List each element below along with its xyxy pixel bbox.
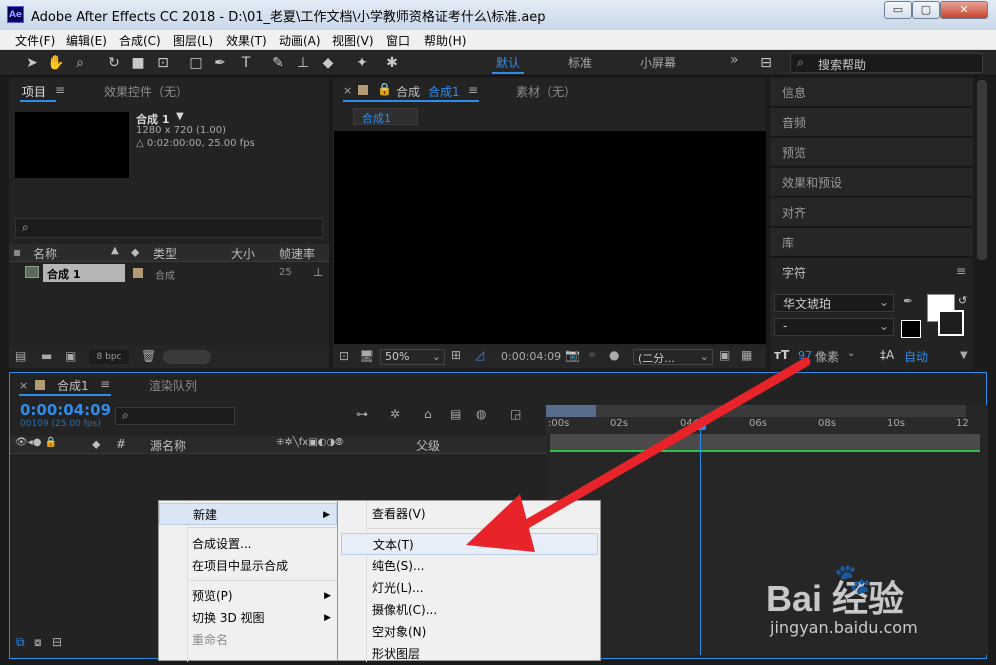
paw-icon: 🐾 [834, 562, 872, 597]
baidu-watermark: Bai 经验 🐾 jingyan.baidu.com [762, 560, 987, 650]
watermark-url: jingyan.baidu.com [770, 618, 918, 637]
